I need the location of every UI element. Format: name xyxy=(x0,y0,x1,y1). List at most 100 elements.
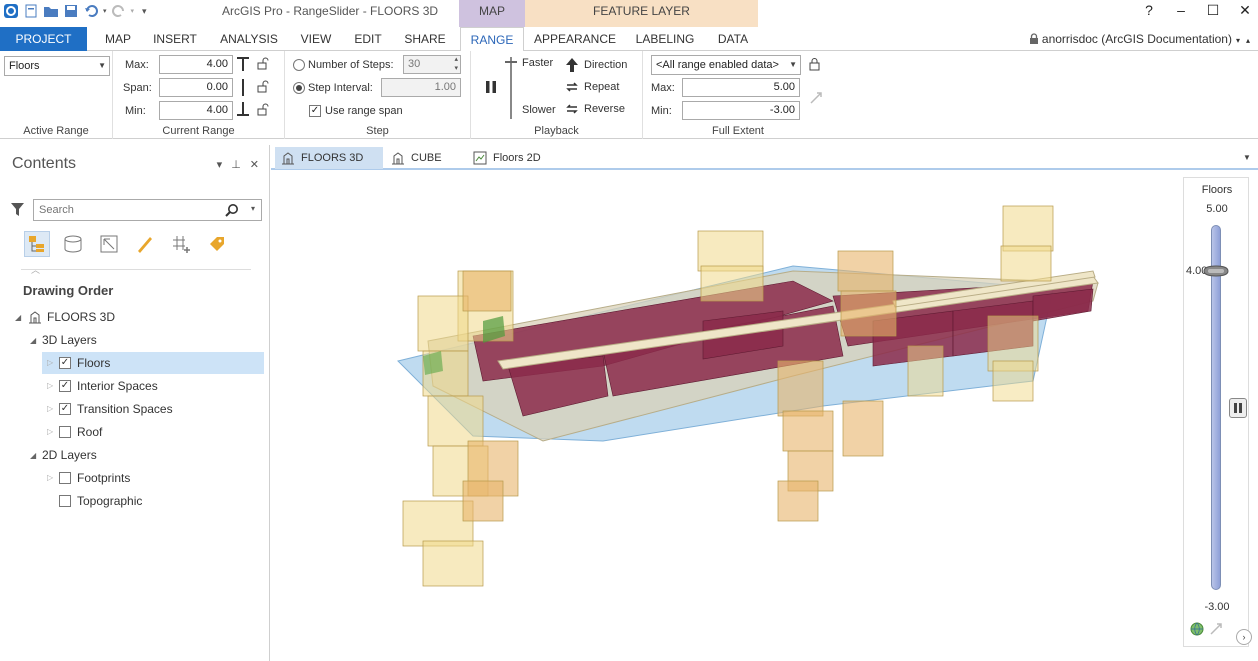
filter-icon[interactable] xyxy=(11,203,24,216)
expand-icon[interactable]: ◢ xyxy=(15,307,21,329)
tab-range[interactable]: RANGE xyxy=(460,27,524,52)
tree-item-floors[interactable]: ▷ ✓ Floors xyxy=(42,352,264,374)
reverse-button[interactable]: Reverse xyxy=(584,103,625,115)
collapse-icon[interactable]: ▷ xyxy=(47,421,53,443)
map-tab-floors-2d[interactable]: Floors 2D xyxy=(467,147,567,169)
pause-icon[interactable] xyxy=(484,80,498,94)
tab-insert[interactable]: INSERT xyxy=(146,27,204,51)
pin-icon[interactable]: ⊥ xyxy=(231,158,241,171)
new-project-icon[interactable] xyxy=(23,3,39,19)
help-button[interactable]: ? xyxy=(1142,2,1156,19)
direction-arrow-icon[interactable] xyxy=(565,57,579,73)
map-tab-floors-3d[interactable]: FLOORS 3D ✕ xyxy=(275,147,383,186)
list-by-snapping-icon[interactable] xyxy=(168,231,194,257)
tree-item-roof[interactable]: ▷ Roof xyxy=(42,421,264,443)
direction-button[interactable]: Direction xyxy=(584,59,627,71)
span-bar-icon[interactable] xyxy=(241,79,245,96)
close-pane-icon[interactable]: ✕ xyxy=(250,158,259,171)
chevron-right-icon[interactable]: › xyxy=(1236,629,1252,645)
tab-labeling[interactable]: LABELING xyxy=(630,27,700,51)
list-by-labeling-icon[interactable] xyxy=(204,231,230,257)
extent-max-input[interactable]: 5.00 xyxy=(682,78,800,97)
tree-item-topographic[interactable]: Topographic xyxy=(42,490,264,512)
ribbon-collapse-icon[interactable]: ▴ xyxy=(1246,36,1250,45)
unlock-min-icon[interactable] xyxy=(257,103,269,116)
save-icon[interactable] xyxy=(63,3,79,19)
user-account[interactable]: anorrisdoc (ArcGIS Documentation) ▾ ▴ xyxy=(1029,32,1250,46)
collapse-icon[interactable]: ▷ xyxy=(47,467,53,489)
num-steps-input[interactable]: 30 ▴ ▾ xyxy=(403,55,461,74)
num-steps-radio[interactable] xyxy=(293,59,305,71)
range-layer-combo[interactable]: <All range enabled data> ▼ xyxy=(651,55,801,75)
list-by-selection-icon[interactable] xyxy=(96,231,122,257)
active-range-combo[interactable]: Floors ▼ xyxy=(4,56,110,76)
search-icon[interactable] xyxy=(225,203,239,217)
slider-thumb[interactable] xyxy=(1202,265,1230,277)
map-view-3d[interactable] xyxy=(273,171,1183,661)
collapse-icon[interactable]: ▷ xyxy=(47,375,53,397)
lock-max-to-top-icon[interactable] xyxy=(237,57,249,71)
spinner-icon[interactable]: ▴ ▾ xyxy=(454,55,458,73)
search-box[interactable]: ▾ xyxy=(33,199,262,221)
step-interval-radio[interactable] xyxy=(293,82,305,94)
maximize-button[interactable]: ☐ xyxy=(1206,2,1220,19)
step-interval-input[interactable]: 1.00 xyxy=(381,78,461,97)
unlock-span-icon[interactable] xyxy=(257,80,269,93)
lock-extent-icon[interactable] xyxy=(809,58,820,71)
list-by-drawing-order-icon[interactable] xyxy=(24,231,50,257)
current-min-input[interactable]: 4.00 xyxy=(159,101,233,120)
tab-edit[interactable]: EDIT xyxy=(348,27,388,51)
list-by-editing-icon[interactable] xyxy=(132,231,158,257)
reverse-icon[interactable] xyxy=(565,103,579,115)
tab-data[interactable]: DATA xyxy=(710,27,756,51)
use-range-span-checkbox[interactable]: ✓ xyxy=(309,105,321,117)
unlock-max-icon[interactable] xyxy=(257,57,269,70)
redo-icon[interactable] xyxy=(111,3,127,19)
lock-min-to-bottom-icon[interactable] xyxy=(237,102,249,116)
globe-icon[interactable] xyxy=(1190,622,1204,636)
arcgis-logo-icon[interactable] xyxy=(3,3,19,19)
tab-analysis[interactable]: ANALYSIS xyxy=(214,27,284,51)
undo-dropdown-icon[interactable]: ▾ xyxy=(103,7,107,15)
repeat-icon[interactable] xyxy=(565,81,579,93)
search-input[interactable] xyxy=(34,200,224,220)
expand-icon[interactable]: ◢ xyxy=(30,330,36,352)
search-options-icon[interactable]: ▾ xyxy=(251,204,255,213)
tree-item-3d-layers[interactable]: ◢ 3D Layers xyxy=(0,329,268,351)
slider-track[interactable]: 4.00 xyxy=(1186,225,1221,590)
list-by-data-source-icon[interactable] xyxy=(60,231,86,257)
repeat-button[interactable]: Repeat xyxy=(584,81,619,93)
layer-checkbox-transition[interactable]: ✓ xyxy=(59,403,71,415)
scene-canvas[interactable] xyxy=(273,171,1183,661)
collapse-icon[interactable]: ▷ xyxy=(47,398,53,420)
tab-map[interactable]: MAP xyxy=(96,27,140,51)
tab-appearance[interactable]: APPEARANCE xyxy=(530,27,620,51)
extent-min-input[interactable]: -3.00 xyxy=(682,101,800,120)
tab-project[interactable]: PROJECT xyxy=(0,27,87,51)
collapse-icon[interactable]: ▷ xyxy=(47,352,53,374)
minimize-button[interactable]: – xyxy=(1174,2,1188,19)
undo-icon[interactable] xyxy=(83,3,99,19)
expand-range-icon[interactable] xyxy=(1209,622,1223,636)
tree-item-interior-spaces[interactable]: ▷ ✓ Interior Spaces xyxy=(42,375,264,397)
expand-icon[interactable]: ◢ xyxy=(30,445,36,467)
slider-play-button[interactable] xyxy=(1229,398,1247,418)
layer-checkbox-topographic[interactable] xyxy=(59,495,71,507)
reset-extent-icon[interactable] xyxy=(809,91,823,105)
tab-share[interactable]: SHARE xyxy=(398,27,452,51)
current-max-input[interactable]: 4.00 xyxy=(159,55,233,74)
tree-item-2d-layers[interactable]: ◢ 2D Layers xyxy=(0,444,268,466)
close-button[interactable]: ✕ xyxy=(1238,2,1252,19)
pane-menu-icon[interactable]: ▾ xyxy=(217,158,223,171)
layer-checkbox-interior[interactable]: ✓ xyxy=(59,380,71,392)
customize-qat-icon[interactable]: ▾ xyxy=(142,6,147,17)
map-tab-cube[interactable]: CUBE xyxy=(385,147,465,169)
tab-list-dropdown-icon[interactable]: ▼ xyxy=(1243,153,1251,162)
tab-view[interactable]: VIEW xyxy=(294,27,338,51)
layer-checkbox-roof[interactable] xyxy=(59,426,71,438)
open-project-icon[interactable] xyxy=(43,3,59,19)
tree-item-transition-spaces[interactable]: ▷ ✓ Transition Spaces xyxy=(42,398,264,420)
current-span-input[interactable]: 0.00 xyxy=(159,78,233,97)
layer-checkbox-footprints[interactable] xyxy=(59,472,71,484)
redo-dropdown-icon[interactable]: ▾ xyxy=(131,7,135,15)
